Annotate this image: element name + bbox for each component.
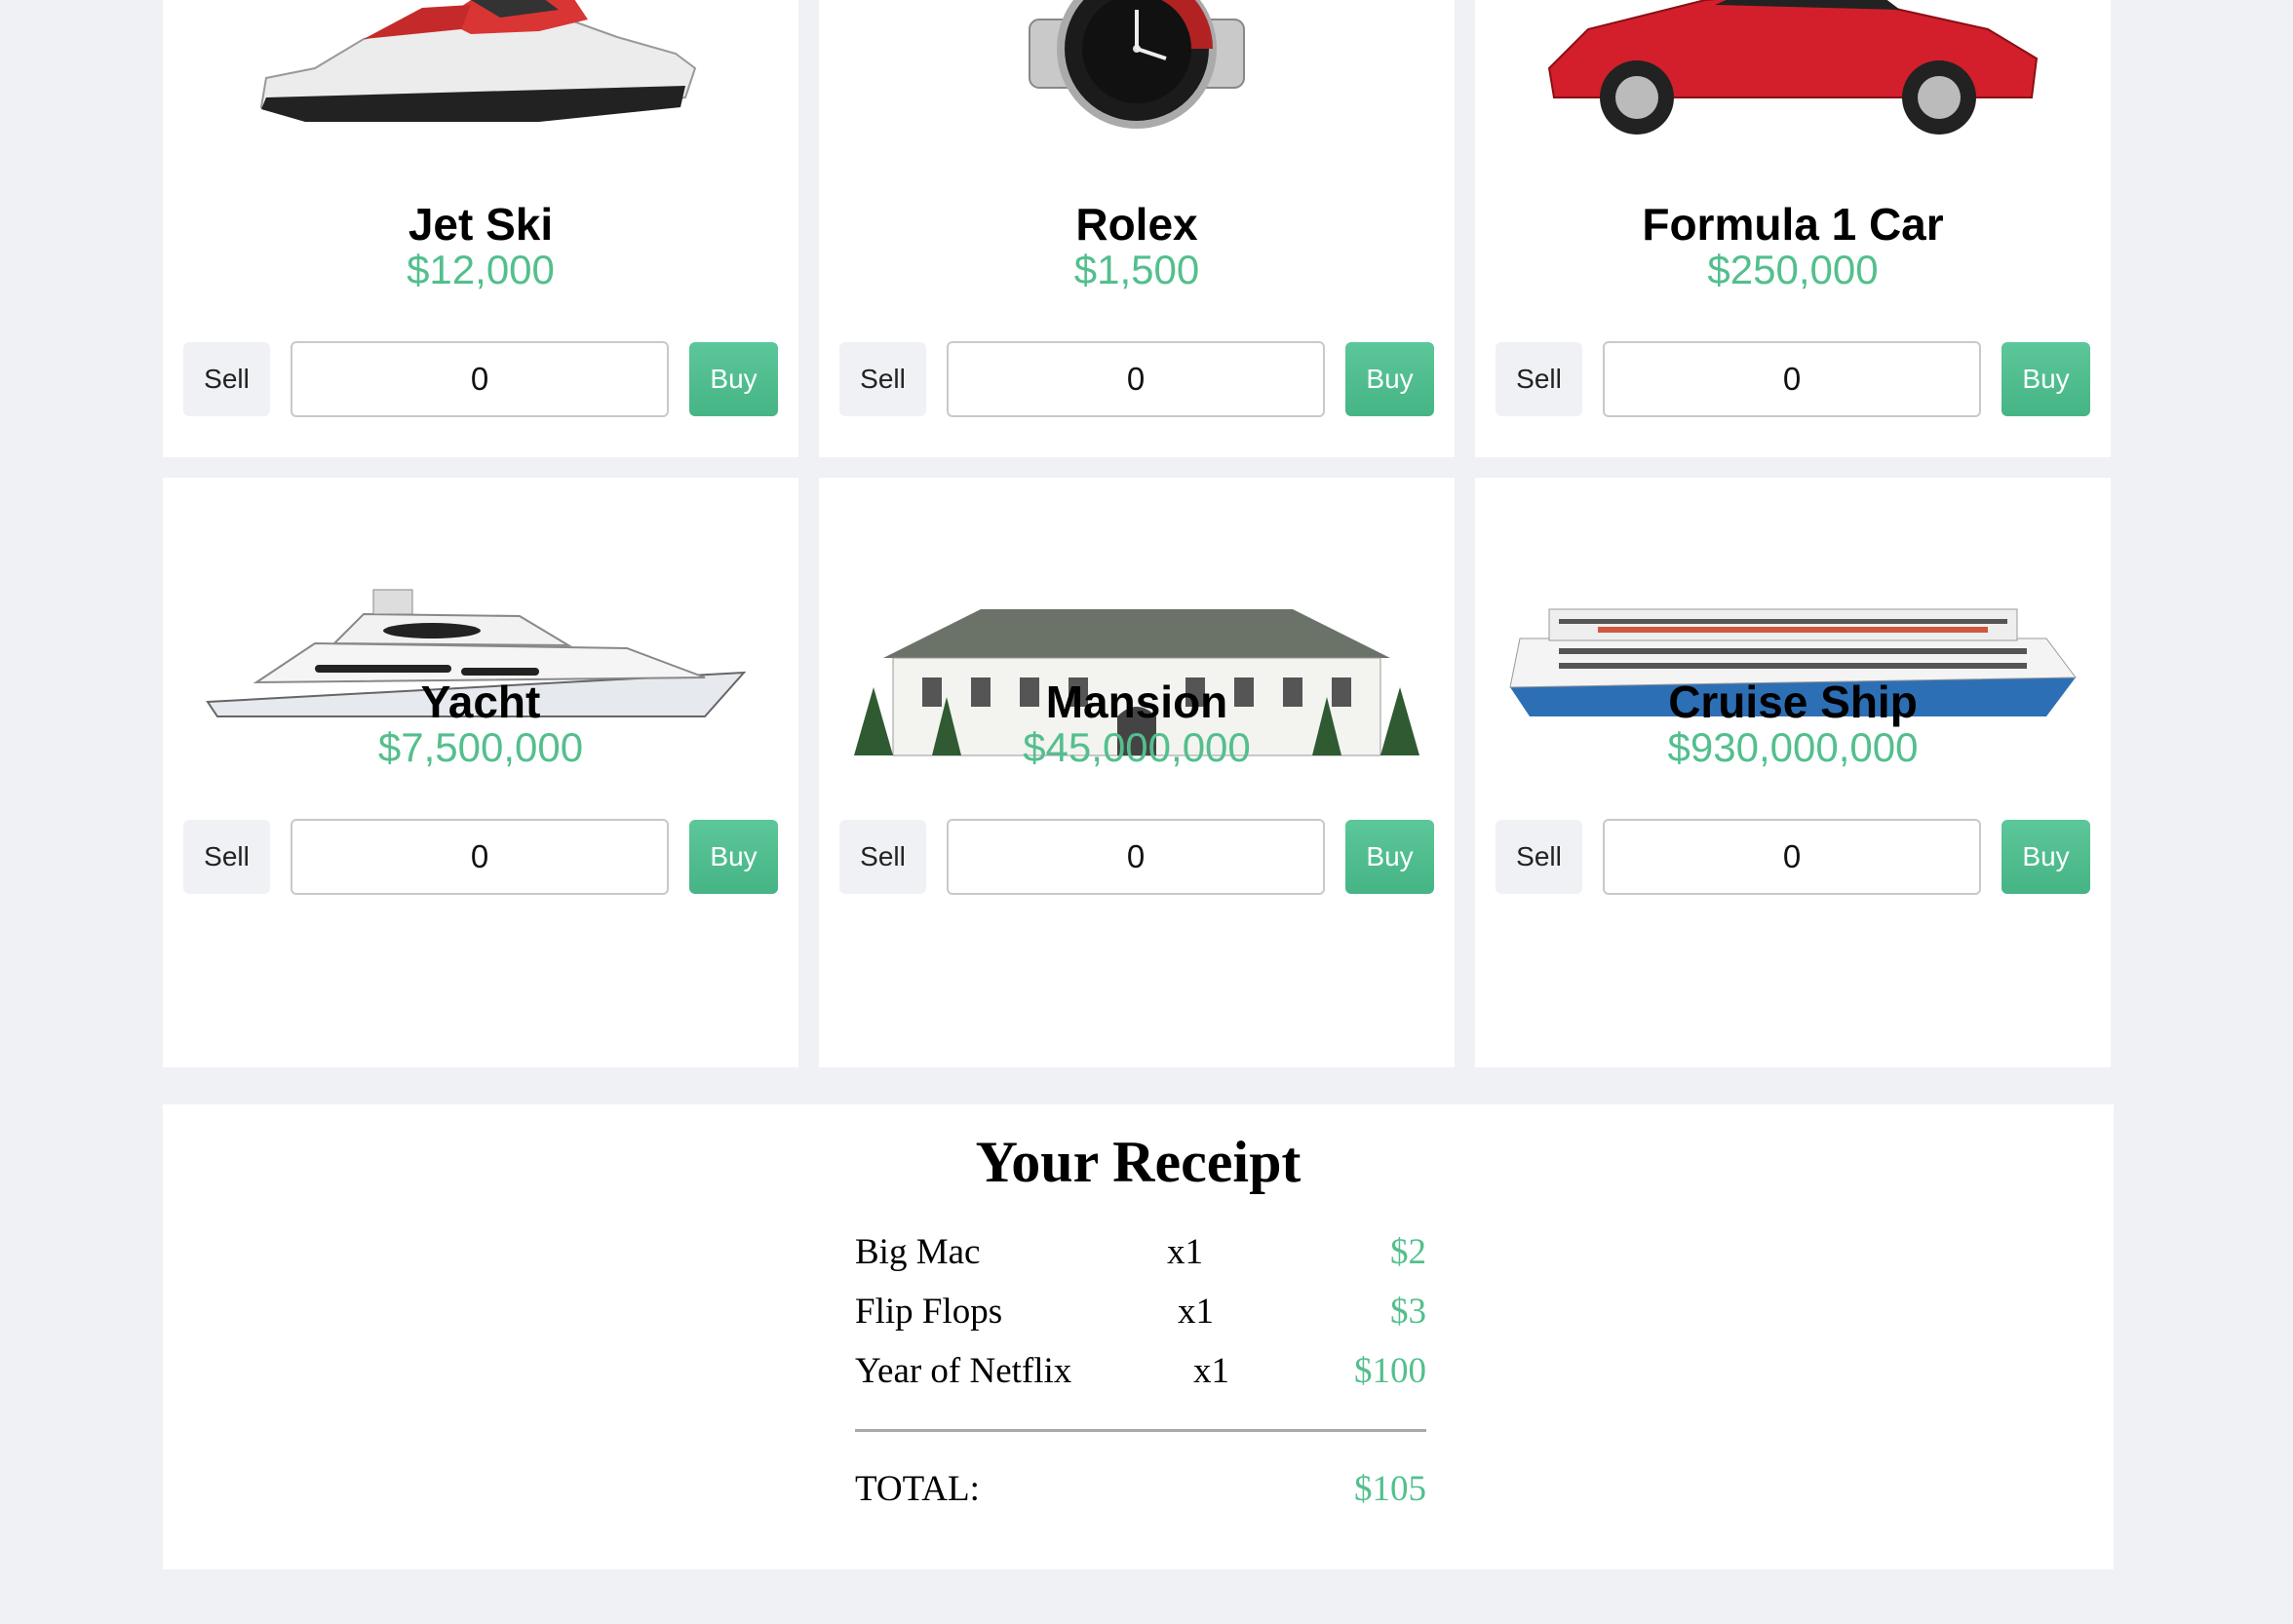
product-price: $45,000,000 xyxy=(1023,724,1251,770)
rolex-watch-image xyxy=(819,0,1455,136)
product-card-jet-ski: Jet Ski $12,000 Sell Buy xyxy=(163,0,798,457)
quantity-input[interactable] xyxy=(1603,341,1982,417)
product-card-formula-1-car: Formula 1 Car $250,000 Sell Buy xyxy=(1475,0,2111,457)
jet-ski-image xyxy=(163,0,798,136)
receipt-total: TOTAL: $105 xyxy=(855,1468,1426,1517)
product-name: Jet Ski xyxy=(408,199,554,250)
product-card-rolex: Rolex $1,500 Sell Buy xyxy=(819,0,1455,457)
product-controls: Sell Buy xyxy=(1496,819,2090,895)
sell-button[interactable]: Sell xyxy=(1496,820,1583,894)
product-name: Mansion xyxy=(1045,677,1228,727)
receipt-item-amount: $100 xyxy=(1354,1351,1426,1391)
buy-button[interactable]: Buy xyxy=(1345,342,1434,416)
product-controls: Sell Buy xyxy=(183,819,778,895)
product-price: $930,000,000 xyxy=(1667,724,1919,770)
quantity-input[interactable] xyxy=(947,341,1326,417)
product-card-yacht: Yacht $7,500,000 Sell Buy xyxy=(163,478,798,1067)
receipt-item-qty: x1 xyxy=(1178,1292,1214,1332)
product-name: Rolex xyxy=(1075,199,1198,250)
red-sports-car-image xyxy=(1475,0,2111,136)
product-price: $1,500 xyxy=(1073,247,1200,292)
product-card-cruise-ship: Cruise Ship $930,000,000 Sell Buy xyxy=(1475,478,2111,1067)
buy-button[interactable]: Buy xyxy=(1345,820,1434,894)
product-price: $250,000 xyxy=(1707,247,1879,292)
receipt-item: Flip Flops x1 $3 xyxy=(855,1291,1426,1339)
receipt-item: Year of Netflix x1 $100 xyxy=(855,1350,1426,1399)
receipt-item-amount: $3 xyxy=(1390,1292,1426,1332)
sell-button[interactable]: Sell xyxy=(839,820,927,894)
receipt-title: Your Receipt xyxy=(975,1130,1302,1194)
quantity-input[interactable] xyxy=(1603,819,1982,895)
receipt-item-qty: x1 xyxy=(1167,1232,1203,1272)
receipt-total-label: TOTAL: xyxy=(855,1469,980,1509)
product-price: $12,000 xyxy=(407,247,555,292)
receipt-total-amount: $105 xyxy=(1354,1469,1426,1509)
buy-button[interactable]: Buy xyxy=(2002,342,2090,416)
quantity-input[interactable] xyxy=(291,819,670,895)
product-price: $7,500,000 xyxy=(377,724,584,770)
product-name: Yacht xyxy=(420,677,541,727)
product-controls: Sell Buy xyxy=(1496,341,2090,417)
product-controls: Sell Buy xyxy=(183,341,778,417)
buy-button[interactable]: Buy xyxy=(689,342,778,416)
product-card-mansion: Mansion $45,000,000 Sell Buy xyxy=(819,478,1455,1067)
quantity-input[interactable] xyxy=(291,341,670,417)
receipt-panel: Your Receipt Big Mac x1 $2 Flip Flops x1… xyxy=(163,1104,2114,1569)
sell-button[interactable]: Sell xyxy=(183,820,271,894)
sell-button[interactable]: Sell xyxy=(839,342,927,416)
receipt-item-name: Year of Netflix xyxy=(855,1351,1072,1391)
product-name: Cruise Ship xyxy=(1668,677,1918,727)
buy-button[interactable]: Buy xyxy=(2002,820,2090,894)
buy-button[interactable]: Buy xyxy=(689,820,778,894)
receipt-item-amount: $2 xyxy=(1390,1232,1426,1272)
quantity-input[interactable] xyxy=(947,819,1326,895)
receipt-item-qty: x1 xyxy=(1193,1351,1229,1391)
receipt-item-name: Big Mac xyxy=(855,1232,981,1272)
product-controls: Sell Buy xyxy=(839,341,1434,417)
receipt-item-name: Flip Flops xyxy=(855,1292,1003,1332)
sell-button[interactable]: Sell xyxy=(1496,342,1583,416)
product-grid: Jet Ski $12,000 Sell Buy Rolex $1,500 Se… xyxy=(163,0,2114,1067)
sell-button[interactable]: Sell xyxy=(183,342,271,416)
product-name: Formula 1 Car xyxy=(1642,199,1944,250)
receipt-item: Big Mac x1 $2 xyxy=(855,1231,1426,1280)
product-controls: Sell Buy xyxy=(839,819,1434,895)
receipt-divider xyxy=(855,1429,1426,1432)
